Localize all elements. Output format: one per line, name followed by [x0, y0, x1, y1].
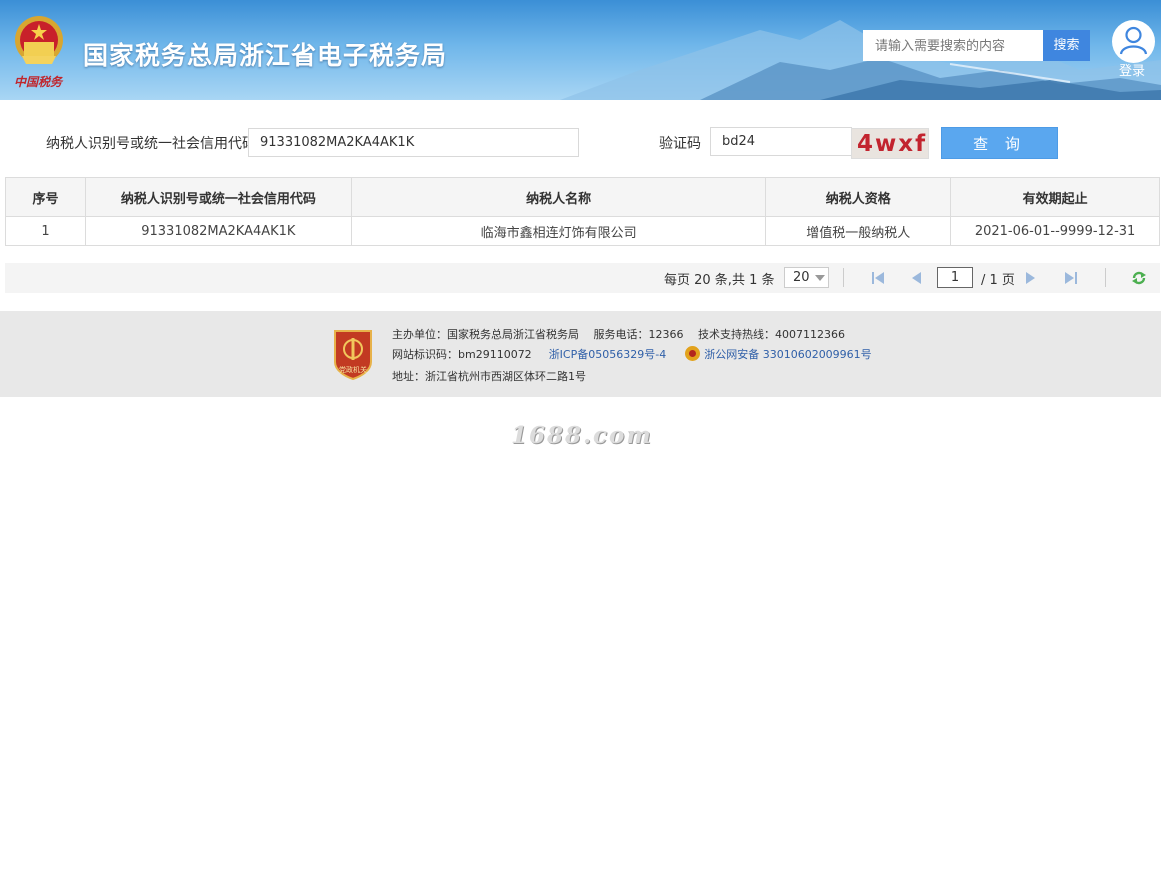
- last-page-icon[interactable]: [1063, 270, 1079, 286]
- taxpayer-id-label: 纳税人识别号或统一社会信用代码: [46, 136, 256, 152]
- taxpayer-id-input[interactable]: 91331082MA2KA4AK1K: [248, 128, 579, 157]
- user-icon: [1119, 26, 1148, 55]
- refresh-icon[interactable]: [1131, 270, 1147, 286]
- search-input[interactable]: [863, 30, 1043, 61]
- login-avatar-button[interactable]: [1112, 20, 1155, 63]
- login-link[interactable]: 登录: [1119, 60, 1145, 79]
- footer-sponsor-line: 主办单位：国家税务总局浙江省税务局 服务电话：12366 技术支持热线：4007…: [392, 328, 845, 341]
- chevron-down-icon: [815, 275, 825, 281]
- cell-index: 1: [5, 216, 86, 246]
- col-header-qualification: 纳税人资格: [765, 177, 952, 217]
- col-header-index: 序号: [5, 177, 86, 217]
- captcha-image-text: 4wxf: [857, 131, 928, 157]
- police-badge-icon: [685, 346, 701, 361]
- page-size-value: 20: [793, 270, 810, 285]
- site-title: 国家税务总局浙江省电子税务局: [83, 41, 448, 70]
- captcha-label: 验证码: [659, 136, 701, 152]
- col-header-validity: 有效期起止: [950, 177, 1160, 217]
- pager-divider: [843, 268, 844, 287]
- cell-validity: 2021-06-01--9999-12-31: [950, 216, 1160, 246]
- police-record-link[interactable]: 浙公网安备 33010602009961号: [704, 348, 871, 361]
- cell-taxpayer-id: 91331082MA2KA4AK1K: [84, 216, 352, 246]
- footer-address: 地址：浙江省杭州市西湖区体环二路1号: [392, 370, 586, 383]
- col-header-taxpayer-id: 纳税人识别号或统一社会信用代码: [84, 177, 352, 217]
- captcha-image[interactable]: 4wxf: [851, 128, 929, 159]
- search-button[interactable]: 搜索: [1043, 30, 1090, 61]
- icp-link[interactable]: 浙ICP备05056329号-4: [549, 348, 667, 361]
- captcha-input[interactable]: bd24: [710, 127, 852, 156]
- next-page-icon[interactable]: [1023, 270, 1039, 286]
- cell-taxpayer-name: 临海市鑫相连灯饰有限公司: [350, 216, 767, 246]
- tax-emblem-logo[interactable]: 中国税务: [10, 12, 68, 92]
- current-page-input[interactable]: 1: [937, 267, 973, 288]
- total-pages-label: / 1 页: [981, 273, 1015, 288]
- emblem-caption: 中国税务: [14, 75, 64, 89]
- pager-divider: [1105, 268, 1106, 287]
- result-table: 序号 纳税人识别号或统一社会信用代码 纳税人名称 纳税人资格 有效期起止 1 9…: [5, 177, 1160, 246]
- col-header-taxpayer-name: 纳税人名称: [350, 177, 767, 217]
- prev-page-icon[interactable]: [908, 270, 924, 286]
- government-badge-icon[interactable]: 党政机关: [332, 328, 374, 380]
- table-row[interactable]: 1 91331082MA2KA4AK1K 临海市鑫相连灯饰有限公司 增值税一般纳…: [5, 216, 1160, 246]
- footer-record-line: 网站标识码：bm29110072 浙ICP备05056329号-4 浙公网安备 …: [392, 346, 872, 362]
- page-size-select[interactable]: 20: [784, 267, 829, 288]
- pagination-bar: 每页 20 条,共 1 条 20 1 / 1 页: [5, 263, 1160, 293]
- first-page-icon[interactable]: [870, 270, 886, 286]
- pagination-info: 每页 20 条,共 1 条: [664, 273, 775, 288]
- footer-site-id: 网站标识码：bm29110072: [392, 348, 532, 361]
- watermark: 1688.com: [511, 422, 653, 449]
- cell-qualification: 增值税一般纳税人: [765, 216, 952, 246]
- header-banner: 中国税务 国家税务总局浙江省电子税务局 搜索 登录: [0, 0, 1161, 100]
- query-button[interactable]: 查 询: [941, 127, 1058, 159]
- badge-caption: 党政机关: [339, 365, 367, 374]
- footer: 党政机关 主办单位：国家税务总局浙江省税务局 服务电话：12366 技术支持热线…: [0, 311, 1161, 397]
- table-header-row: 序号 纳税人识别号或统一社会信用代码 纳税人名称 纳税人资格 有效期起止: [5, 177, 1160, 217]
